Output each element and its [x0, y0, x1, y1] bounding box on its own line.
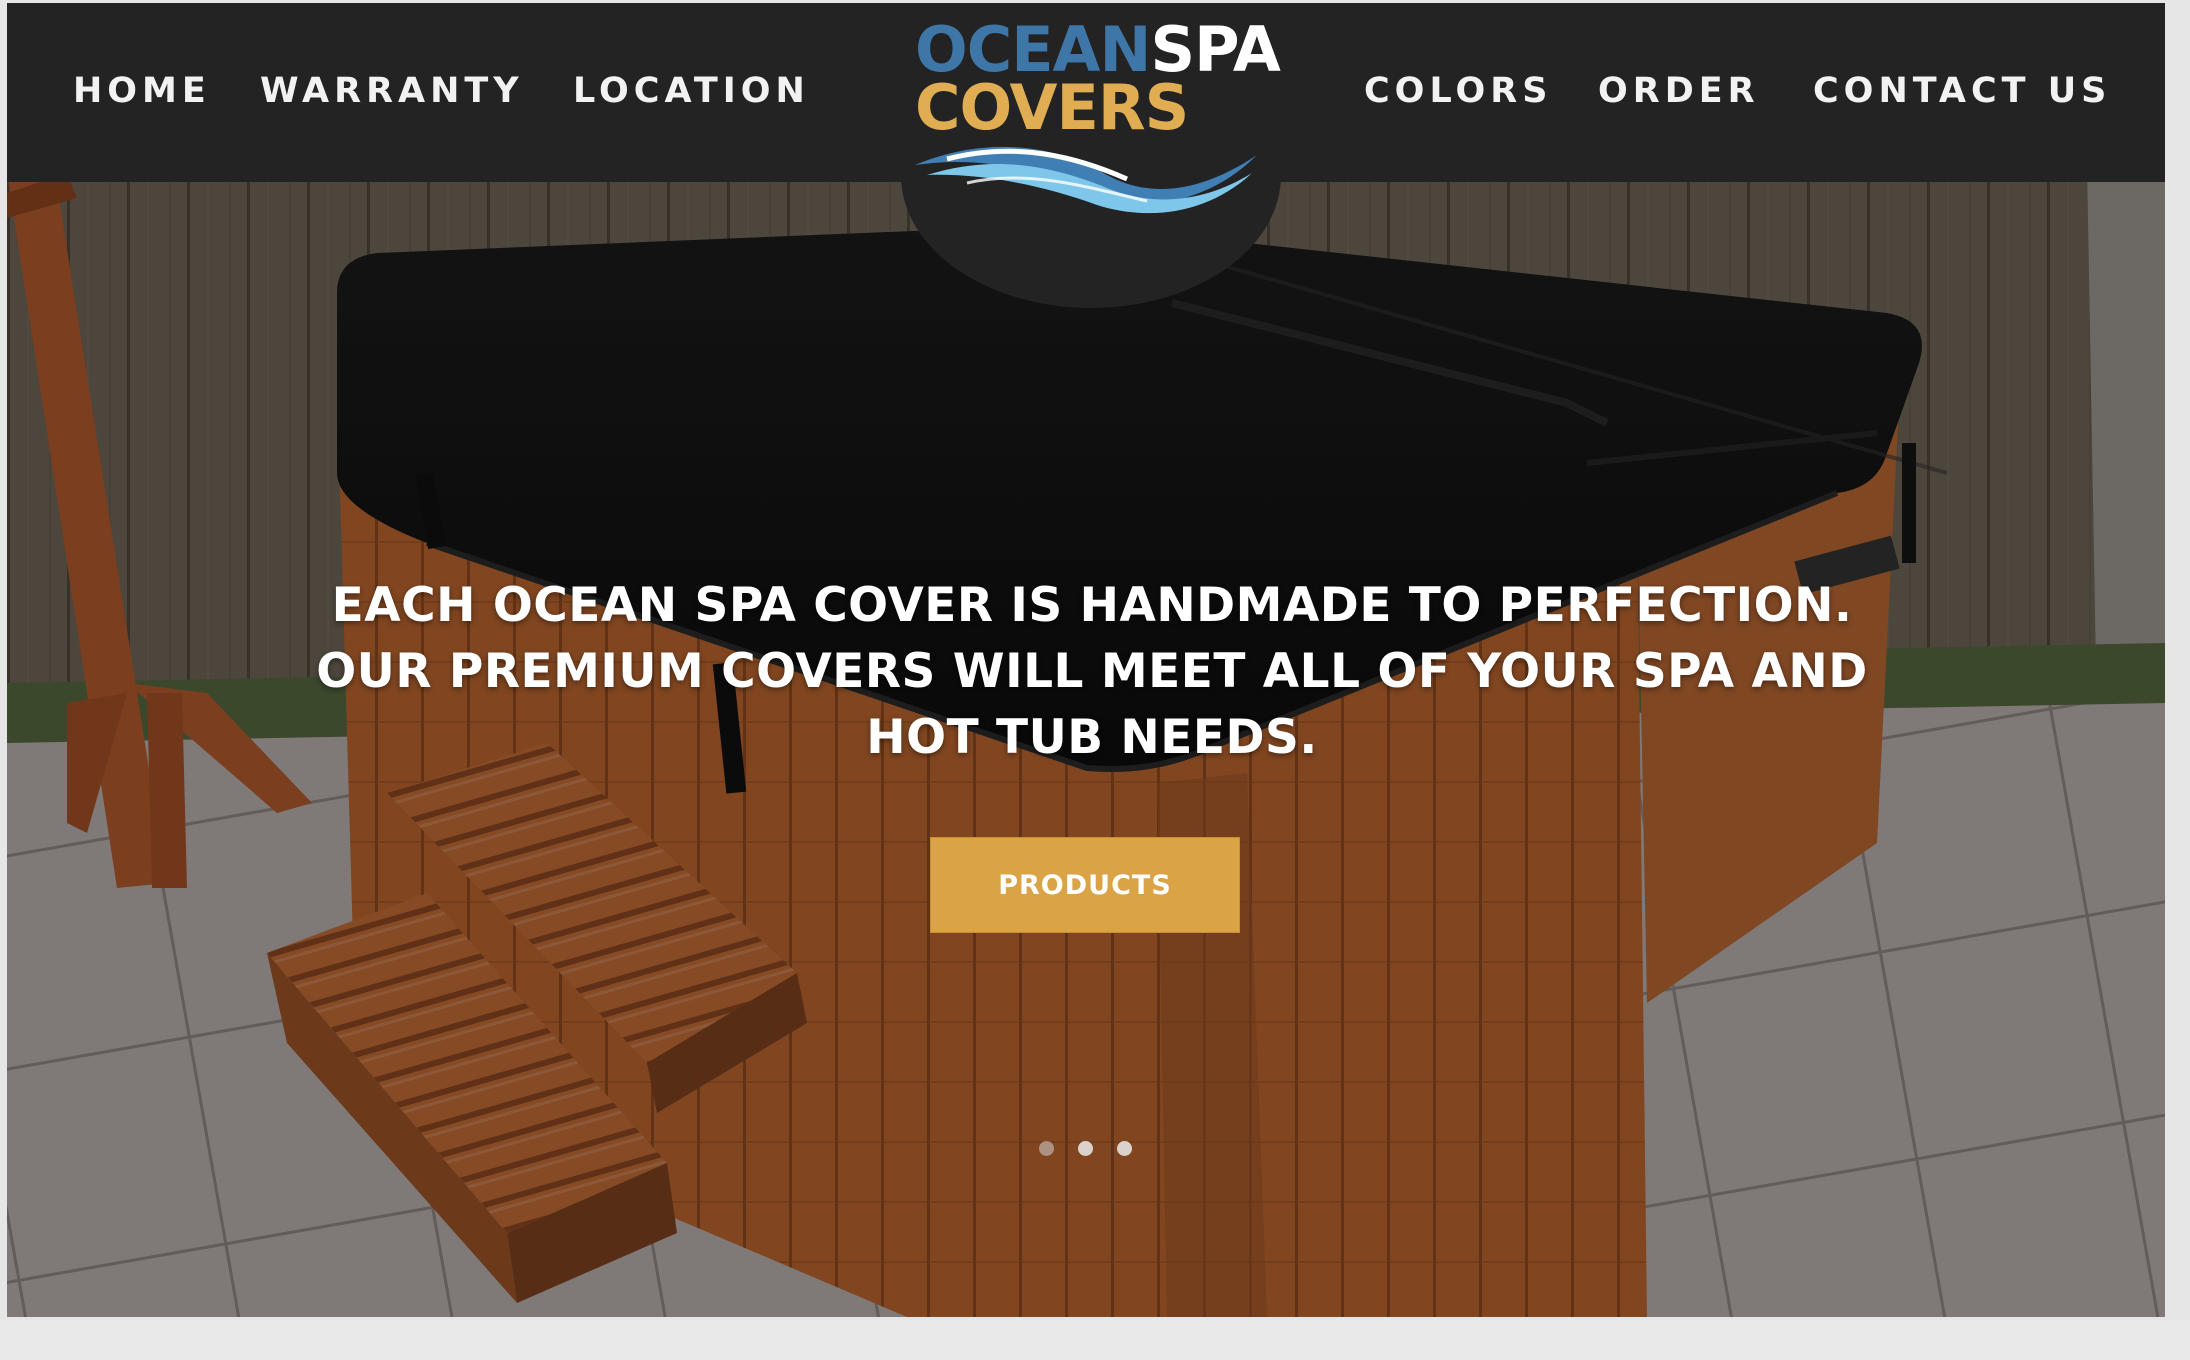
site-logo[interactable]: OCEANSPA COVERS [907, 17, 1281, 227]
slider-pagination [1039, 1141, 1132, 1156]
nav-colors[interactable]: COLORS [1364, 69, 1552, 113]
wave-icon [915, 146, 1257, 214]
page-bottom-strip [0, 1320, 2190, 1360]
slider-dot-2[interactable] [1078, 1141, 1093, 1156]
nav-order[interactable]: ORDER [1598, 69, 1760, 113]
nav-contact-us[interactable]: CONTACT US [1813, 69, 2111, 113]
slider-dot-1[interactable] [1039, 1141, 1054, 1156]
hero-headline-line-2: OUR PREMIUM COVERS WILL MEET ALL OF YOUR… [316, 644, 1868, 699]
hero-headline-line-3: HOT TUB NEEDS. [866, 710, 1318, 765]
hero-headline-line-1: EACH OCEAN SPA COVER IS HANDMADE TO PERF… [331, 578, 1853, 633]
nav-warranty[interactable]: WARRANTY [260, 69, 524, 113]
logo-word-covers: COVERS [915, 71, 1189, 144]
nav-location[interactable]: LOCATION [573, 69, 810, 113]
browser-viewport: EACH OCEAN SPA COVER IS HANDMADE TO PERF… [7, 3, 2165, 1317]
products-button[interactable]: PRODUCTS [930, 837, 1240, 933]
nav-home[interactable]: HOME [73, 69, 211, 113]
hero-headline: EACH OCEAN SPA COVER IS HANDMADE TO PERF… [187, 573, 1997, 771]
slider-dot-3[interactable] [1117, 1141, 1132, 1156]
